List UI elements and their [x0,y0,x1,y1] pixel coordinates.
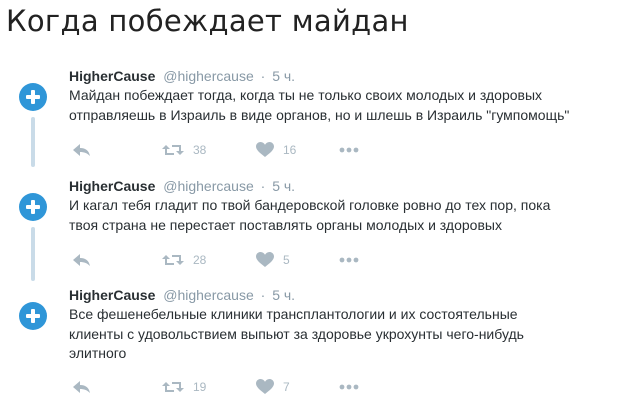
tweet-header: HigherCause @highercause · 5 ч. [69,176,635,196]
heart-icon [256,142,274,157]
plus-icon [26,309,40,323]
tweet-header: HigherCause @highercause · 5 ч. [69,285,635,305]
more-button[interactable] [339,257,359,263]
like-button[interactable]: 7 [256,379,290,395]
reply-button[interactable] [72,253,92,267]
reply-icon [73,144,90,156]
thread-connector [31,227,35,281]
tweet-text-line: И кагал тебя гладит по твой бандеровской… [69,197,551,213]
more-dots-icon [339,257,359,263]
plus-icon [26,200,40,214]
plus-icon [26,90,40,104]
tweet-text: Все фешенебельные клиники трансплантолог… [69,305,635,364]
separator-dot: · [260,287,266,303]
retweet-count: 38 [193,143,207,157]
tweet-text: Майдан побеждает тогда, когда ты не толь… [69,86,635,125]
user-handle[interactable]: @highercause [163,68,254,84]
retweet-icon [162,145,184,155]
tweet-text-line: Все фешенебельные клиники трансплантолог… [69,306,518,322]
more-dots-icon [339,147,359,153]
user-name[interactable]: HigherCause [69,178,155,194]
retweet-icon [162,382,184,392]
tweet-text-line: отправляешь в Израиль в виде органов, но… [69,106,570,123]
like-count: 16 [283,143,297,157]
reply-icon [73,381,90,393]
timestamp[interactable]: 5 ч. [272,287,295,303]
tweet-content: HigherCause @highercause · 5 ч. И кагал … [69,176,635,267]
heart-icon [256,252,274,267]
user-handle[interactable]: @highercause [163,178,254,194]
tweet-header: HigherCause @highercause · 5 ч. [69,66,635,86]
like-button[interactable]: 16 [256,142,296,158]
tweet-text-line: клиенты с удовольствием выпьют за здоров… [69,325,524,342]
user-name[interactable]: HigherCause [69,287,155,303]
user-name[interactable]: HigherCause [69,68,155,84]
more-button[interactable] [339,147,359,153]
tweet-text-line: твоя страна не перестает поставлять орга… [69,216,502,233]
timestamp[interactable]: 5 ч. [272,178,295,194]
like-button[interactable]: 5 [256,252,290,268]
tweet-text: И кагал тебя гладит по твой бандеровской… [69,196,635,235]
separator-dot: · [260,68,266,84]
more-dots-icon [339,384,359,390]
retweet-count: 28 [193,253,207,267]
timestamp[interactable]: 5 ч. [272,68,295,84]
reply-icon [73,254,90,266]
tweet-content: HigherCause @highercause · 5 ч. Майдан п… [69,66,635,157]
like-count: 5 [283,253,290,267]
avatar[interactable] [19,302,47,330]
user-handle[interactable]: @highercause [163,287,254,303]
like-count: 7 [283,380,290,394]
retweet-button[interactable]: 28 [162,253,206,267]
reply-button[interactable] [72,143,92,157]
heart-icon [256,379,274,394]
thread-connector [31,117,35,167]
retweet-count: 19 [193,380,207,394]
tweet-content: HigherCause @highercause · 5 ч. Все феше… [69,285,635,394]
retweet-button[interactable]: 19 [162,380,206,394]
more-button[interactable] [339,384,359,390]
separator-dot: · [260,178,266,194]
retweet-icon [162,255,184,265]
avatar[interactable] [19,83,47,111]
retweet-button[interactable]: 38 [162,143,206,157]
avatar[interactable] [19,193,47,221]
reply-button[interactable] [72,380,92,394]
tweet-text-line: Майдан побеждает тогда, когда ты не толь… [69,87,543,103]
tweet-text-line: элитного [69,345,127,361]
page-title: Когда побеждает майдан [6,4,409,38]
